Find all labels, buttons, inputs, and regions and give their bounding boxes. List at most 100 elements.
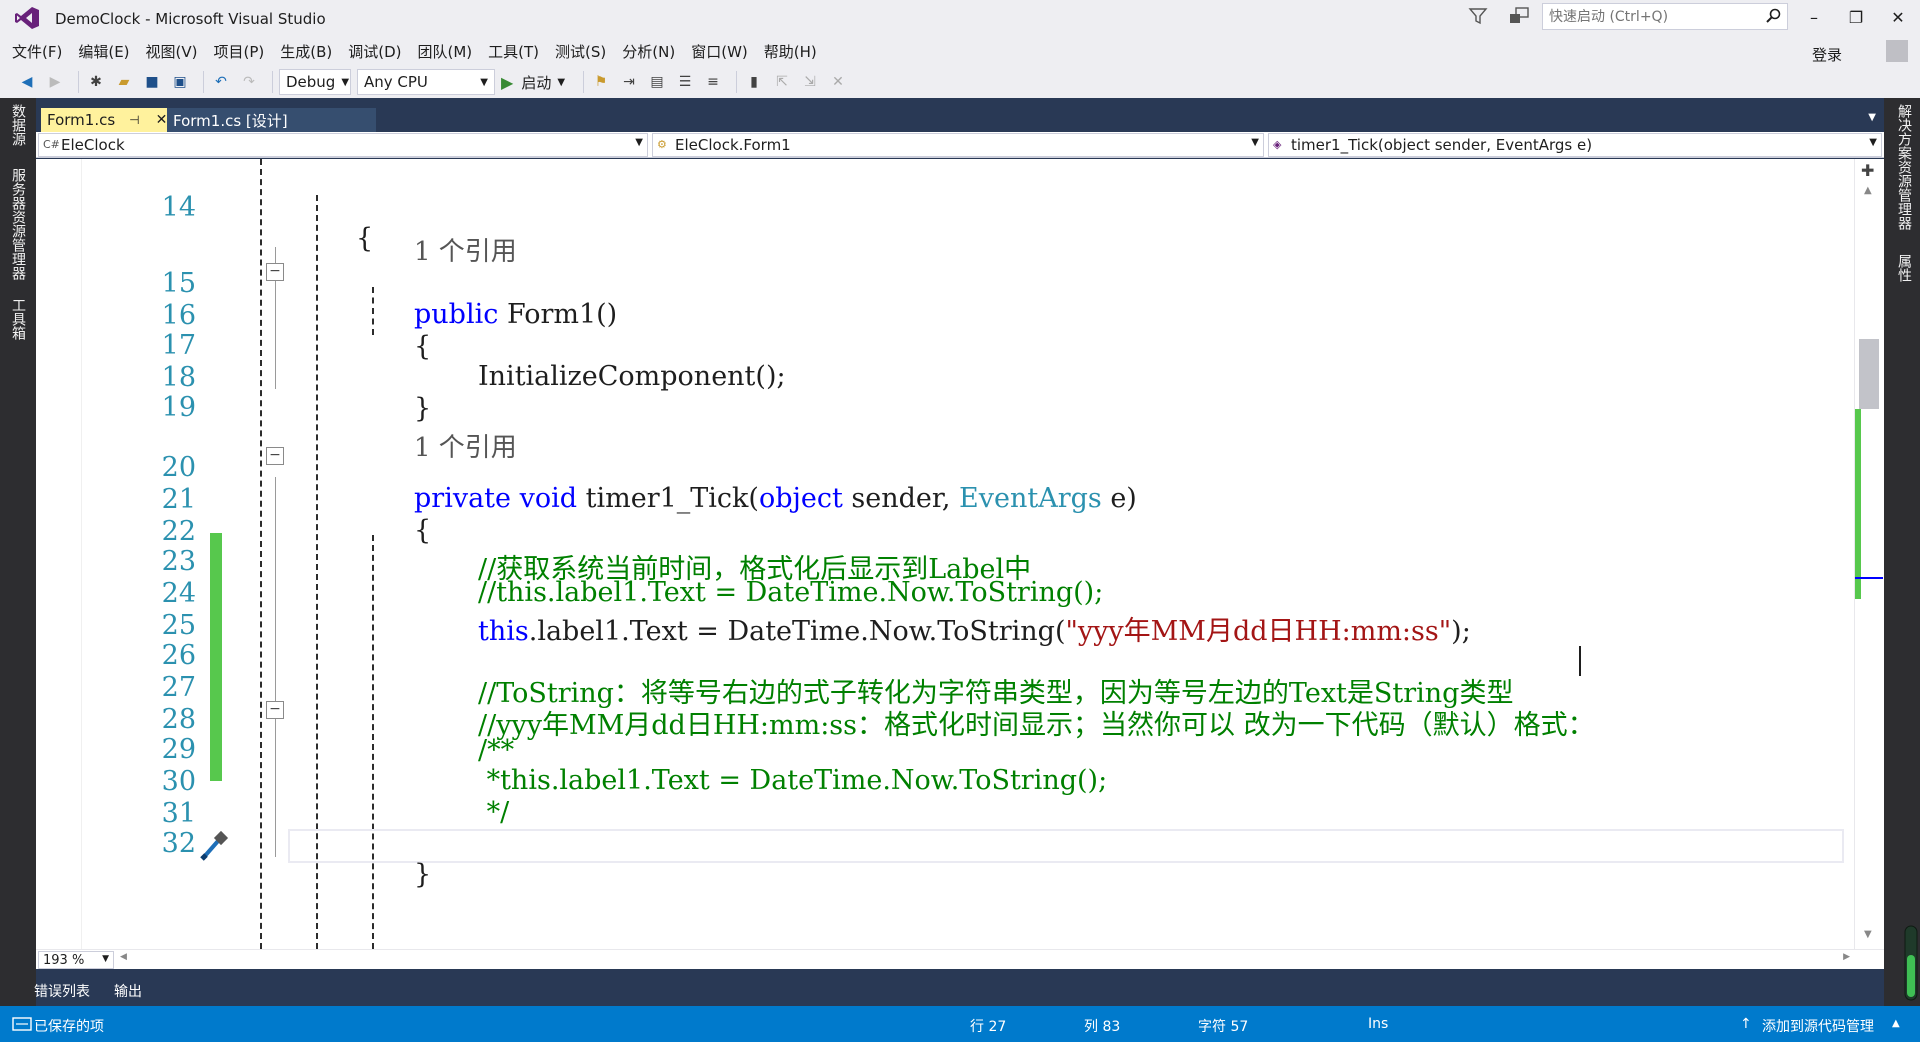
chevron-down-icon: ▼ (1869, 137, 1877, 148)
zoom-level-select[interactable]: 193 % ▼ (38, 951, 114, 969)
platform-value: Any CPU (364, 73, 428, 91)
search-icon[interactable] (1765, 8, 1781, 24)
menu-team[interactable]: 团队(M) (414, 41, 485, 62)
side-tab-data-sources[interactable]: 数据源 (8, 104, 28, 146)
quick-launch-box[interactable] (1542, 3, 1788, 30)
menu-file[interactable]: 文件(F) (8, 41, 74, 62)
feedback-filter-icon[interactable] (1468, 6, 1488, 26)
split-window-icon[interactable]: ✚ (1861, 161, 1874, 180)
status-message: 已保存的项 (34, 1019, 104, 1035)
solution-configuration-select[interactable]: Debug ▼ (279, 69, 351, 95)
csharp-project-icon: C# (43, 138, 60, 151)
tab-label: Form1.cs [设计] (173, 111, 288, 130)
save-icon[interactable]: ■ (141, 71, 163, 93)
find-icon[interactable]: ⚑ (590, 71, 612, 93)
start-label: 启动 (521, 73, 552, 92)
comment-icon[interactable]: ☰ (674, 71, 696, 93)
line-number: 32 (161, 828, 196, 859)
menu-analyze[interactable]: 分析(N) (618, 41, 687, 62)
bookmark-icon[interactable]: ▮ (743, 71, 765, 93)
new-project-icon[interactable]: ✱ (85, 71, 107, 93)
scroll-left-icon[interactable]: ◀ (120, 952, 127, 962)
scrollbar-thumb[interactable] (1859, 339, 1879, 409)
clear-bookmarks-icon[interactable]: ✕ (827, 71, 849, 93)
solution-platform-select[interactable]: Any CPU ▼ (357, 69, 495, 95)
tab-error-list[interactable]: 错误列表 (34, 981, 90, 1001)
status-bar: 已保存的项 行 27 列 83 字符 57 Ins ↑ 添加到源代码管理 ▲ (0, 1006, 1920, 1042)
add-to-source-control-button[interactable]: 添加到源代码管理 (1762, 1016, 1874, 1036)
zoom-value: 193 % (43, 952, 85, 968)
method-icon: ◈ (1273, 138, 1282, 151)
menu-test[interactable]: 测试(S) (551, 41, 618, 62)
quick-launch-input[interactable] (1543, 4, 1753, 29)
visual-studio-logo-icon (15, 7, 39, 29)
tab-form1-design[interactable]: Form1.cs [设计] (167, 108, 376, 132)
play-icon: ▶ (501, 72, 514, 92)
redo-icon[interactable]: ↷ (238, 71, 260, 93)
tool-window-tabs: 错误列表 输出 (34, 973, 1884, 1006)
window-title: DemoClock - Microsoft Visual Studio (55, 10, 326, 28)
uncomment-icon[interactable]: ≡ (702, 71, 724, 93)
volume-meter-icon (1904, 925, 1918, 1001)
scrollbar-change-marker (1855, 409, 1861, 599)
menu-edit[interactable]: 编辑(E) (74, 41, 141, 62)
code-editor[interactable]: − − − 14 { 1 个引用 15 public Form1() 16 { … (36, 159, 1884, 949)
chevron-down-icon: ▼ (557, 76, 566, 88)
saved-items-icon (12, 1017, 32, 1031)
breakpoints-icon[interactable]: ▤ (646, 71, 668, 93)
scroll-down-icon[interactable]: ▼ (1864, 929, 1872, 940)
pin-icon[interactable]: ⊣ (129, 113, 139, 127)
scroll-right-icon[interactable]: ▶ (1843, 952, 1850, 962)
code-line: 14 { (36, 161, 1846, 254)
prev-bookmark-icon[interactable]: ⇱ (771, 71, 793, 93)
close-window-button[interactable]: ✕ (1884, 6, 1912, 30)
minimize-button[interactable]: – (1800, 6, 1828, 30)
left-tool-tabs: 数据源 服务器资源管理器 工具箱 (0, 98, 36, 1006)
avatar[interactable] (1886, 40, 1908, 62)
up-arrow-icon[interactable]: ↑ (1740, 1016, 1752, 1032)
project-dropdown[interactable]: C# EleClock ▼ (38, 133, 648, 157)
side-tab-toolbox[interactable]: 工具箱 (8, 298, 28, 340)
document-area: Form1.cs ⊣ ✕ Form1.cs [设计] ▼ C# EleClock… (34, 98, 1884, 1006)
toolbar-separator (78, 71, 79, 93)
menu-tools[interactable]: 工具(T) (484, 41, 551, 62)
notifications-icon[interactable] (1508, 6, 1530, 26)
close-icon[interactable]: ✕ (156, 112, 168, 128)
undo-icon[interactable]: ↶ (210, 71, 232, 93)
vertical-scrollbar[interactable]: ✚ ▲ ▼ (1854, 159, 1884, 949)
menu-project[interactable]: 项目(P) (210, 41, 277, 62)
navigate-back-icon[interactable]: ◀ (16, 71, 38, 93)
type-value: EleClock.Form1 (675, 136, 791, 154)
navigate-forward-icon[interactable]: ▶ (44, 71, 66, 93)
navigation-bar: C# EleClock ▼ ⚙ EleClock.Form1 ▼ ◈ timer… (36, 132, 1884, 158)
title-bar: DemoClock - Microsoft Visual Studio – ❐ … (0, 0, 1920, 36)
next-bookmark-icon[interactable]: ⇲ (799, 71, 821, 93)
side-tab-solution-explorer[interactable]: 解决方案资源管理器 (1894, 104, 1914, 230)
step-into-icon[interactable]: ⇥ (618, 71, 640, 93)
menu-build[interactable]: 生成(B) (276, 41, 344, 62)
type-dropdown[interactable]: ⚙ EleClock.Form1 ▼ (652, 133, 1264, 157)
side-tab-properties[interactable]: 属性 (1894, 254, 1914, 282)
status-insert-mode: Ins (1368, 1016, 1389, 1032)
tab-output[interactable]: 输出 (114, 981, 142, 1001)
menu-debug[interactable]: 调试(D) (344, 41, 413, 62)
menu-help[interactable]: 帮助(H) (760, 41, 829, 62)
start-debugging-button[interactable]: ▶ 启动 ▼ (501, 72, 565, 93)
open-file-icon[interactable]: ▰ (113, 71, 135, 93)
status-char: 字符 57 (1198, 1019, 1249, 1035)
scroll-up-icon[interactable]: ▲ (1864, 185, 1872, 196)
save-all-icon[interactable]: ▣ (169, 71, 191, 93)
restore-button[interactable]: ❐ (1842, 6, 1870, 30)
chevron-up-icon[interactable]: ▲ (1892, 1018, 1900, 1029)
project-value: EleClock (61, 136, 125, 154)
member-value: timer1_Tick(object sender, EventArgs e) (1291, 136, 1593, 154)
member-dropdown[interactable]: ◈ timer1_Tick(object sender, EventArgs e… (1268, 133, 1882, 157)
class-icon: ⚙ (657, 138, 667, 151)
tab-list-dropdown-icon[interactable]: ▼ (1868, 112, 1876, 123)
tab-form1-cs[interactable]: Form1.cs ⊣ ✕ (41, 108, 171, 132)
side-tab-server-explorer[interactable]: 服务器资源管理器 (8, 168, 28, 280)
menu-view[interactable]: 视图(V) (142, 41, 210, 62)
toolbar-separator (203, 71, 204, 93)
menu-window[interactable]: 窗口(W) (687, 41, 760, 62)
login-link[interactable]: 登录 (1812, 44, 1842, 65)
